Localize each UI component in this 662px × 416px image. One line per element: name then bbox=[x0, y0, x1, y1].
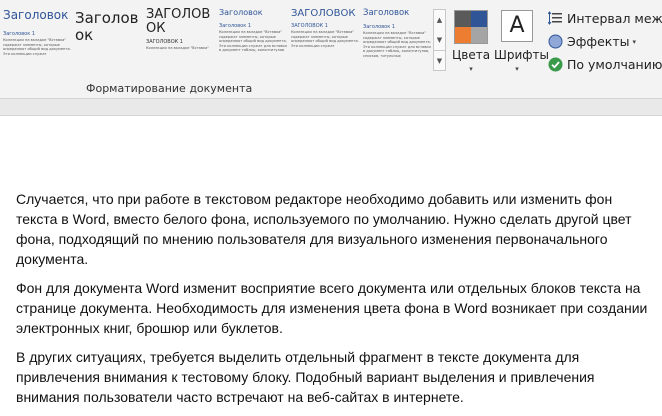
style-tile-2[interactable]: Заголовок bbox=[75, 8, 141, 72]
ruler-strip bbox=[0, 99, 662, 116]
style-tile-heading: Заголовок bbox=[363, 8, 410, 18]
style-tile-body: Коллекции на вкладке "Вставка" содержат … bbox=[363, 31, 431, 58]
style-tile-heading: ЗАГОЛОВОК bbox=[146, 8, 211, 36]
style-tile-subheading: ЗАГОЛОВОК 1 bbox=[291, 23, 328, 29]
style-tile-3[interactable]: ЗАГОЛОВОК ЗАГОЛОВОК 1 Коллекции на вклад… bbox=[146, 8, 216, 72]
set-as-default-label: По умолчанию bbox=[567, 57, 662, 72]
ribbon-group-label: Форматирование документа bbox=[86, 82, 253, 95]
style-tile-subheading: Заголовок 1 bbox=[3, 31, 36, 37]
document-paragraph: В других ситуациях, требуется выделить о… bbox=[16, 349, 595, 405]
effects-icon bbox=[548, 34, 563, 49]
style-tile-body: Коллекции на вкладке "Вставка" содержат … bbox=[291, 30, 359, 48]
gallery-scroll-down-icon[interactable]: ▼ bbox=[434, 30, 445, 50]
paragraph-spacing-icon bbox=[547, 11, 563, 26]
fonts-icon: A bbox=[501, 10, 533, 42]
style-tile-subheading: ЗАГОЛОВОК 1 bbox=[146, 39, 183, 45]
effects-button[interactable]: Эффекты ▾ bbox=[548, 34, 636, 49]
style-tile-heading: ЗАГОЛОВОК bbox=[291, 8, 356, 19]
style-tile-heading: Заголовок bbox=[75, 9, 139, 44]
chevron-down-icon: ▾ bbox=[632, 37, 637, 46]
style-tile-4[interactable]: Заголовок Заголовок 1 Коллекции на вклад… bbox=[219, 8, 287, 72]
effects-label: Эффекты bbox=[567, 34, 630, 49]
style-tile-1[interactable]: Заголовок Заголовок 1 Коллекции на вклад… bbox=[3, 8, 71, 72]
set-as-default-button[interactable]: По умолчанию bbox=[548, 57, 662, 72]
style-tile-6[interactable]: Заголовок Заголовок 1 Коллекции на вклад… bbox=[363, 8, 431, 72]
style-tile-body: Коллекции на вкладке "Вставка" содержат … bbox=[219, 30, 287, 53]
chevron-down-icon: ▾ bbox=[469, 65, 473, 73]
document-body[interactable]: Случается, что при работе в текстовом ре… bbox=[16, 189, 652, 416]
style-tile-heading: Заголовок bbox=[3, 8, 69, 22]
checkmark-icon bbox=[548, 57, 563, 72]
style-tile-subheading: Заголовок 1 bbox=[363, 24, 396, 30]
style-tile-body: Коллекции на вкладке "Вставка" bbox=[146, 46, 210, 50]
ribbon: Заголовок Заголовок 1 Коллекции на вклад… bbox=[0, 0, 662, 99]
colors-icon bbox=[454, 10, 488, 44]
styles-gallery: Заголовок Заголовок 1 Коллекции на вклад… bbox=[0, 8, 433, 72]
style-tile-5[interactable]: ЗАГОЛОВОК ЗАГОЛОВОК 1 Коллекции на вклад… bbox=[291, 8, 359, 72]
gallery-more-icon[interactable]: ▼ bbox=[434, 50, 445, 71]
fonts-button[interactable]: A Шрифты ▾ bbox=[494, 10, 549, 73]
chevron-down-icon: ▾ bbox=[515, 65, 519, 73]
gallery-scrollbar[interactable]: ▲ ▼ ▼ bbox=[433, 9, 446, 71]
document-paragraph: Случается, что при работе в текстовом ре… bbox=[16, 191, 632, 267]
document-paragraph: Фон для документа Word изменит восприяти… bbox=[16, 280, 648, 336]
style-tile-subheading: Заголовок 1 bbox=[219, 23, 252, 29]
fonts-label: Шрифты bbox=[494, 48, 549, 62]
gallery-scroll-up-icon[interactable]: ▲ bbox=[434, 10, 445, 30]
paragraph-spacing-label: Интервал между bbox=[567, 11, 662, 26]
colors-label: Цвета bbox=[451, 48, 491, 62]
style-tile-body: Коллекции на вкладке "Вставка" содержат … bbox=[3, 38, 71, 56]
colors-button[interactable]: Цвета ▾ bbox=[451, 10, 491, 73]
paragraph-spacing-button[interactable]: Интервал между bbox=[547, 11, 662, 26]
style-tile-heading: Заголовок bbox=[219, 8, 263, 17]
